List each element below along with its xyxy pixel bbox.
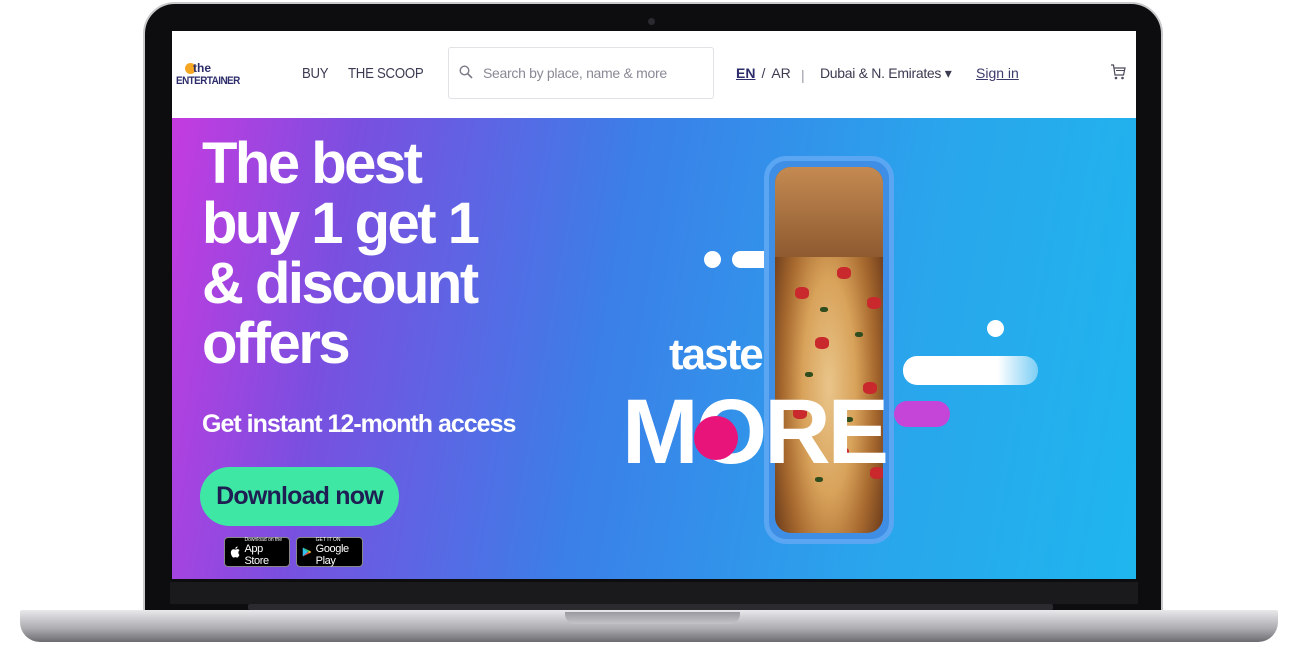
google-play-icon bbox=[302, 547, 312, 557]
google-play-big: Google Play bbox=[315, 543, 349, 567]
more-o-accent bbox=[694, 416, 738, 460]
download-now-button[interactable]: Download now bbox=[200, 467, 399, 526]
nav-the-scoop[interactable]: THE SCOOP bbox=[348, 65, 424, 82]
google-play-text: GET IT ON Google Play bbox=[316, 537, 357, 567]
decor-bar bbox=[903, 356, 1038, 385]
hero-subheading: Get instant 12-month access bbox=[202, 410, 516, 438]
lang-separator: / bbox=[761, 65, 766, 81]
google-play-badge[interactable]: GET IT ON Google Play bbox=[296, 537, 363, 567]
tomato-topping bbox=[837, 267, 851, 279]
sign-in-link[interactable]: Sign in bbox=[976, 65, 1019, 81]
phone-illustration bbox=[764, 156, 894, 544]
region-dropdown[interactable]: Dubai & N. Emirates ▾ bbox=[820, 65, 952, 82]
entertainer-logo[interactable]: the ENTERTAINER bbox=[176, 61, 256, 97]
nav-divider: | bbox=[801, 67, 805, 83]
taste-text: taste bbox=[669, 330, 764, 379]
headline-line: & discount bbox=[202, 251, 479, 316]
headline-line: offers bbox=[202, 311, 351, 376]
logo-main-text: ENTERTAINER bbox=[176, 75, 240, 87]
herb-topping bbox=[805, 372, 813, 377]
tomato-topping bbox=[867, 297, 881, 309]
more-text: MORE bbox=[622, 381, 889, 483]
herb-topping bbox=[855, 332, 863, 337]
headline-line: buy 1 get 1 bbox=[202, 191, 480, 256]
camera bbox=[648, 18, 655, 25]
decor-bar-purple bbox=[894, 401, 950, 427]
tomato-topping bbox=[795, 287, 809, 299]
lang-ar-link[interactable]: AR bbox=[771, 65, 790, 81]
pizza-background bbox=[775, 167, 883, 257]
app-store-text: Download on the App Store bbox=[244, 537, 284, 567]
headline-line: The best bbox=[202, 131, 423, 196]
search-icon bbox=[459, 65, 473, 79]
cart-icon[interactable] bbox=[1110, 63, 1126, 81]
herb-topping bbox=[820, 307, 828, 312]
language-switch: EN / AR bbox=[736, 65, 791, 81]
tomato-topping bbox=[815, 337, 829, 349]
app-store-big: App Store bbox=[244, 543, 269, 567]
laptop-notch bbox=[565, 612, 740, 624]
decor-dot bbox=[987, 320, 1004, 337]
app-store-badge[interactable]: Download on the App Store bbox=[224, 537, 290, 567]
logo-the-text: the bbox=[193, 61, 211, 75]
apple-icon bbox=[230, 546, 240, 558]
search-input[interactable] bbox=[483, 62, 703, 84]
laptop-bezel-bottom bbox=[170, 582, 1138, 604]
hero-banner: The best buy 1 get 1 & discount offers G… bbox=[172, 118, 1136, 579]
navbar: the ENTERTAINER BUY THE SCOOP EN / AR | Du… bbox=[172, 31, 1136, 118]
decor-dot bbox=[704, 251, 721, 268]
nav-buy[interactable]: BUY bbox=[302, 65, 329, 82]
hero-headline: The best buy 1 get 1 & discount offers bbox=[202, 134, 542, 374]
lang-en-link[interactable]: EN bbox=[736, 65, 755, 81]
search-box[interactable] bbox=[448, 47, 714, 99]
browser-screen: the ENTERTAINER BUY THE SCOOP EN / AR | Du… bbox=[172, 31, 1136, 579]
